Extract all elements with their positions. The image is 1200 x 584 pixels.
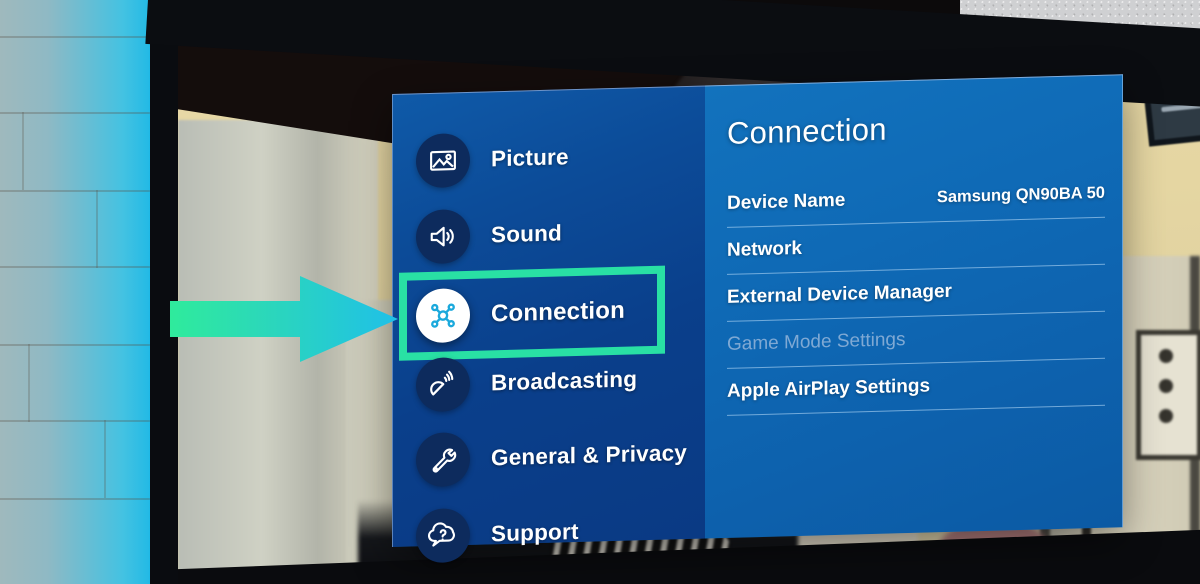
settings-detail-panel: Connection Device Name Samsung QN90BA 50… [705,74,1123,539]
screenshot-root: Picture Sound Connection Broadcasting Ge… [0,0,1200,584]
sidebar-item-label: General & Privacy [491,440,688,471]
sidebar-item-label: Sound [491,220,562,248]
question-bubble-icon [416,507,470,564]
sidebar-item-label: Connection [491,296,625,328]
sidebar-item-sound[interactable]: Sound [393,197,706,271]
row-label: Game Mode Settings [727,328,906,355]
sidebar-item-label: Broadcasting [491,366,638,396]
page-title: Connection [727,111,887,151]
row-label: Network [727,237,802,261]
speaker-icon [416,208,470,265]
sidebar-item-label: Picture [491,144,569,172]
brick-wall [0,0,158,584]
sidebar-item-connection[interactable]: Connection [393,276,706,350]
sidebar-item-broadcasting[interactable]: Broadcasting [393,345,706,419]
row-value: Samsung QN90BA 50 [936,183,1105,207]
network-nodes-icon [416,287,470,344]
row-label: Device Name [727,189,846,214]
row-label: External Device Manager [727,280,952,308]
settings-row-apple-airplay-settings[interactable]: Apple AirPlay Settings [727,357,1105,416]
sidebar-item-label: Support [491,518,579,547]
row-label: Apple AirPlay Settings [727,374,931,402]
sidebar-item-support[interactable]: Support [393,496,706,570]
antenna-icon [416,356,470,413]
sidebar-item-picture[interactable]: Picture [393,121,706,195]
picture-icon [416,132,470,189]
sidebar-item-general-privacy[interactable]: General & Privacy [393,420,706,494]
settings-sidebar: Picture Sound Connection Broadcasting Ge… [392,85,706,564]
wrench-icon [416,431,470,488]
settings-menu: Picture Sound Connection Broadcasting Ge… [392,74,1123,564]
pointer-arrow [170,276,398,362]
